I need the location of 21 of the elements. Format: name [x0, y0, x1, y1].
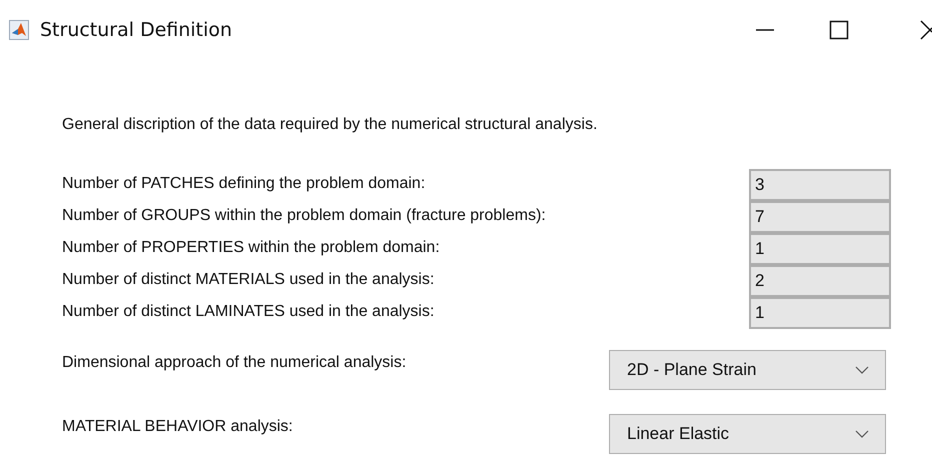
dropdown[interactable]: 2D - Plane Strain	[609, 350, 886, 390]
number-field[interactable]: 2	[749, 265, 891, 297]
window-title: Structural Definition	[40, 19, 232, 41]
chevron-down-icon	[855, 430, 869, 438]
number-field[interactable]: 1	[749, 297, 891, 329]
description-text: General discription of the data required by the numerical structural analysis.	[62, 115, 598, 135]
number-field[interactable]: 1	[749, 233, 891, 265]
field-label: Number of distinct LAMINATES used in the analysis:	[62, 303, 436, 321]
maximize-icon[interactable]	[829, 20, 849, 40]
app-logo-icon	[9, 20, 29, 40]
field-label: Number of PROPERTIES within the problem domain:	[62, 239, 441, 257]
close-icon[interactable]	[920, 20, 932, 40]
number-field[interactable]: 3	[749, 169, 891, 201]
field-label: Number of PATCHES defining the problem domain:	[62, 175, 426, 193]
dropdown-label: Dimensional approach of the numerical analysis:	[62, 354, 408, 372]
dropdown-label: MATERIAL BEHAVIOR analysis:	[62, 418, 294, 436]
chevron-down-icon	[855, 366, 869, 374]
dropdown[interactable]: Linear Elastic	[609, 414, 886, 454]
field-label: Number of GROUPS within the problem domain (fracture problems):	[62, 207, 547, 225]
number-field[interactable]: 7	[749, 201, 891, 233]
field-label: Number of distinct MATERIALS used in the analysis:	[62, 271, 436, 289]
